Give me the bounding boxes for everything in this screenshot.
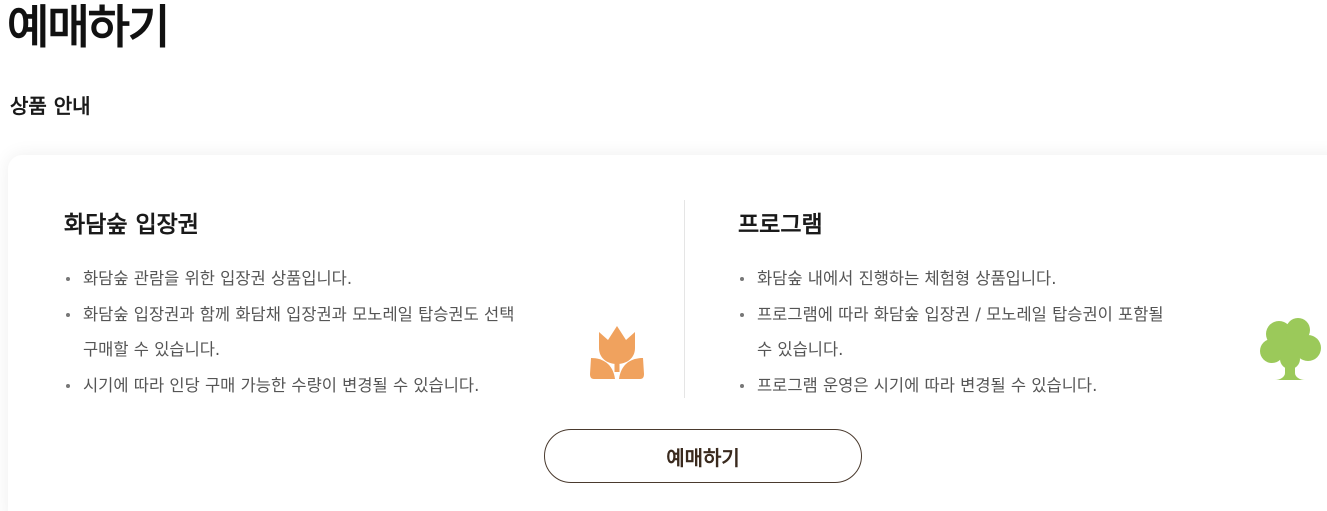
product-title: 프로그램 [738, 212, 823, 238]
list-item: 시기에 따라 인당 구매 가능한 수량이 변경될 수 있습니다. [64, 368, 514, 403]
column-divider [684, 200, 685, 398]
list-item: 프로그램에 따라 화담숲 입장권 / 모노레일 탑승권이 포함될 수 있습니다. [738, 297, 1164, 367]
list-item: 화담숲 내에서 진행하는 체험형 상품입니다. [738, 261, 1164, 296]
booking-page: 예매하기 상품 안내 화담숲 입장권 화담숲 관람을 위한 입장권 상품입니다.… [0, 0, 1327, 511]
list-item: 화담숲 입장권과 함께 화담채 입장권과 모노레일 탑승권도 선택 구매할 수 … [64, 297, 514, 367]
page-title: 예매하기 [7, 0, 170, 54]
list-item: 화담숲 관람을 위한 입장권 상품입니다. [64, 261, 514, 296]
tulip-icon [590, 326, 644, 379]
product-title: 화담숲 입장권 [64, 212, 199, 238]
list-item: 프로그램 운영은 시기에 따라 변경될 수 있습니다. [738, 368, 1164, 403]
book-button[interactable]: 예매하기 [544, 429, 862, 483]
section-label: 상품 안내 [10, 94, 91, 118]
product-bullet-list: 화담숲 관람을 위한 입장권 상품입니다. 화담숲 입장권과 함께 화담채 입장… [64, 261, 514, 404]
tree-icon [1260, 318, 1321, 380]
product-bullet-list: 화담숲 내에서 진행하는 체험형 상품입니다. 프로그램에 따라 화담숲 입장권… [738, 261, 1164, 404]
